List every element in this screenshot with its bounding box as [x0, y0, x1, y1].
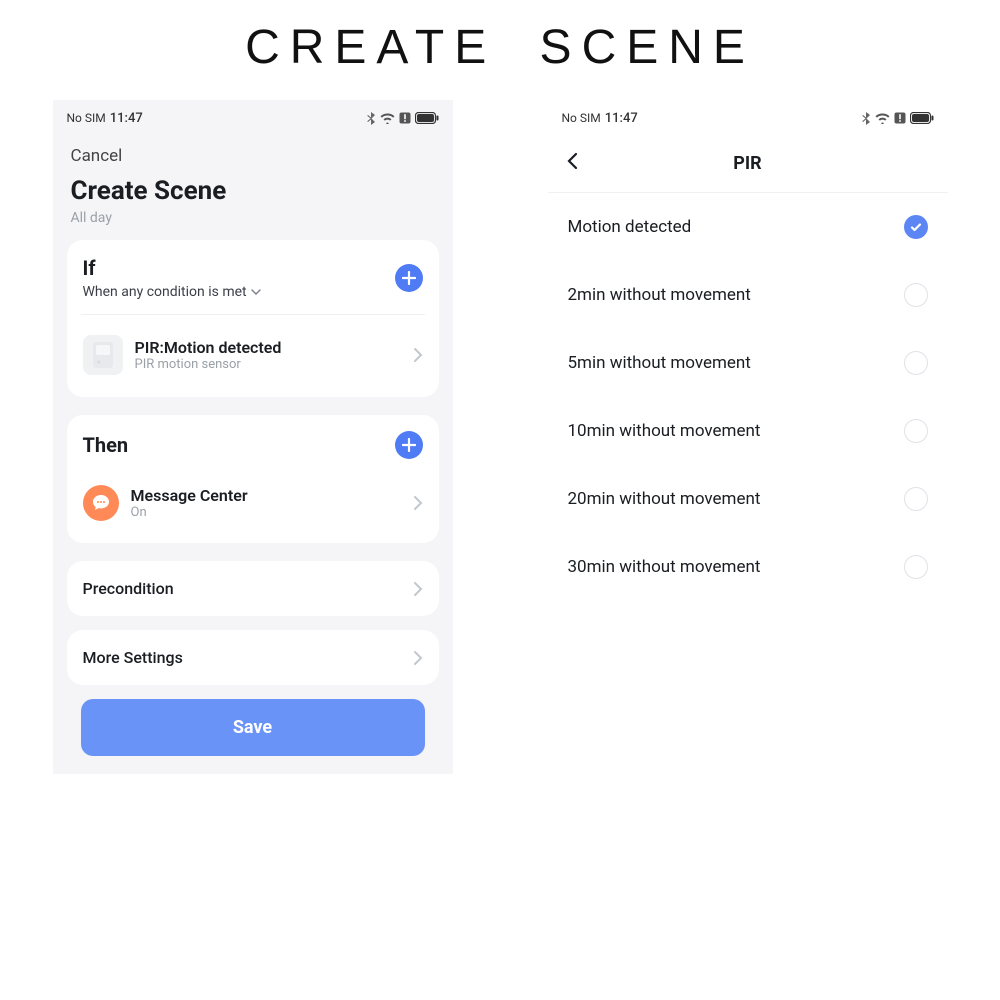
status-icons: [367, 112, 439, 125]
if-condition-label: When any condition is met: [83, 284, 247, 300]
battery-icon: [910, 112, 934, 124]
device-icon: [83, 335, 123, 375]
wifi-icon: [380, 113, 395, 124]
status-carrier: No SIM: [67, 111, 106, 125]
wifi-icon: [875, 113, 890, 124]
more-settings-label: More Settings: [83, 648, 183, 667]
chevron-down-icon: [251, 287, 261, 297]
if-item-pir[interactable]: PIR:Motion detected PIR motion sensor: [83, 325, 423, 385]
if-add-button[interactable]: [395, 264, 423, 292]
then-item-title: Message Center: [131, 486, 248, 505]
then-card: Then Message Center On: [67, 415, 439, 543]
option-row[interactable]: 30min without movement: [548, 533, 948, 601]
precondition-label: Precondition: [83, 579, 174, 598]
radio-unselected[interactable]: [904, 487, 928, 511]
message-icon: [83, 485, 119, 521]
alert-icon: [894, 112, 906, 124]
chevron-left-icon: [566, 152, 578, 170]
more-settings-row[interactable]: More Settings: [67, 630, 439, 685]
status-time: 11:47: [110, 111, 143, 126]
option-row[interactable]: 10min without movement: [548, 397, 948, 465]
bluetooth-icon: [862, 112, 871, 125]
option-label: 10min without movement: [568, 421, 761, 441]
option-row[interactable]: 20min without movement: [548, 465, 948, 533]
option-row[interactable]: Motion detected: [548, 193, 948, 261]
chevron-right-icon: [413, 650, 423, 666]
back-button[interactable]: [562, 148, 582, 178]
page-heading: CREATE SCENE: [0, 0, 1000, 100]
chevron-right-icon: [413, 581, 423, 597]
option-label: 30min without movement: [568, 557, 761, 577]
if-item-title: PIR:Motion detected: [135, 338, 282, 357]
option-row[interactable]: 2min without movement: [548, 261, 948, 329]
plus-icon: [402, 271, 416, 285]
if-condition-selector[interactable]: When any condition is met: [83, 284, 261, 300]
then-add-button[interactable]: [395, 431, 423, 459]
status-time: 11:47: [605, 111, 638, 126]
phone-create-scene: No SIM 11:47 Cancel Create Scene All day…: [53, 100, 453, 774]
option-label: Motion detected: [568, 217, 692, 237]
divider: [81, 314, 425, 315]
cancel-button[interactable]: Cancel: [53, 136, 453, 172]
then-title: Then: [83, 433, 129, 457]
bluetooth-icon: [367, 112, 376, 125]
radio-unselected[interactable]: [904, 283, 928, 307]
option-label: 5min without movement: [568, 353, 751, 373]
phone-pir-options: No SIM 11:47 PIR Motion detected 2min wit…: [548, 100, 948, 774]
radio-unselected[interactable]: [904, 351, 928, 375]
if-card: If When any condition is met: [67, 240, 439, 397]
status-icons: [862, 112, 934, 125]
save-button[interactable]: Save: [81, 699, 425, 756]
pir-title: PIR: [548, 153, 948, 174]
status-carrier: No SIM: [562, 111, 601, 125]
precondition-row[interactable]: Precondition: [67, 561, 439, 616]
radio-selected[interactable]: [904, 215, 928, 239]
battery-icon: [415, 112, 439, 124]
pir-header: PIR: [548, 136, 948, 193]
if-item-sub: PIR motion sensor: [135, 357, 282, 372]
then-item-message-center[interactable]: Message Center On: [83, 475, 423, 531]
radio-unselected[interactable]: [904, 555, 928, 579]
screen-subtitle: All day: [53, 208, 453, 240]
chevron-right-icon: [413, 347, 423, 363]
option-row[interactable]: 5min without movement: [548, 329, 948, 397]
option-label: 20min without movement: [568, 489, 761, 509]
alert-icon: [399, 112, 411, 124]
plus-icon: [402, 438, 416, 452]
then-item-sub: On: [131, 505, 248, 520]
chevron-right-icon: [413, 495, 423, 511]
screen-title: Create Scene: [53, 172, 453, 208]
option-label: 2min without movement: [568, 285, 751, 305]
radio-unselected[interactable]: [904, 419, 928, 443]
check-icon: [909, 220, 923, 234]
if-title: If: [83, 256, 261, 280]
status-bar: No SIM 11:47: [548, 100, 948, 136]
status-bar: No SIM 11:47: [53, 100, 453, 136]
options-list: Motion detected 2min without movement 5min…: [548, 193, 948, 601]
